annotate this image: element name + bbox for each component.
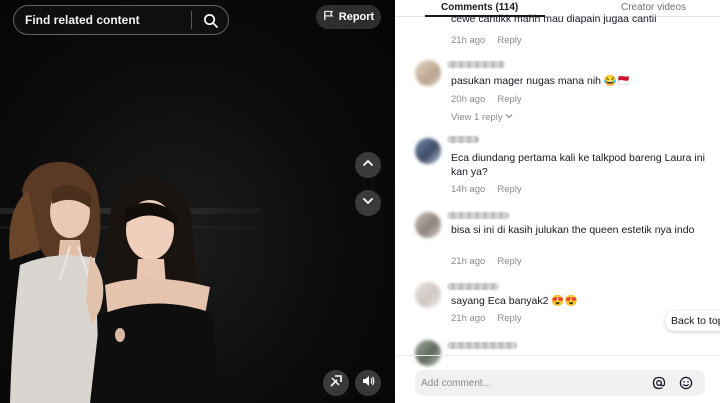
comment-time: 20h ago bbox=[451, 94, 486, 105]
comment-time: 21h ago bbox=[451, 313, 486, 324]
pip-icon bbox=[329, 374, 343, 393]
avatar[interactable] bbox=[415, 282, 441, 308]
comment-time: 21h ago bbox=[451, 256, 486, 267]
previous-video-button[interactable] bbox=[355, 152, 381, 178]
avatar[interactable] bbox=[415, 138, 441, 164]
comment-input-bar[interactable] bbox=[415, 370, 705, 396]
chevron-down-icon bbox=[361, 194, 375, 213]
avatar[interactable] bbox=[415, 340, 441, 366]
avatar[interactable] bbox=[415, 60, 441, 86]
comment-input[interactable] bbox=[421, 374, 641, 392]
comments-panel: Comments (114) Creator videos cewe canti… bbox=[395, 0, 720, 403]
report-label: Report bbox=[338, 11, 375, 23]
avatar[interactable] bbox=[415, 212, 441, 238]
username-blurred[interactable] bbox=[447, 212, 509, 219]
username-blurred[interactable] bbox=[447, 342, 517, 349]
username-blurred[interactable] bbox=[447, 283, 499, 290]
search-label[interactable]: Find related content bbox=[25, 13, 191, 27]
search-icon[interactable] bbox=[192, 6, 228, 34]
comment-text: pasukan mager nugas mana nih 😂🇲🇨 bbox=[451, 75, 631, 87]
comment-meta: 14h ago Reply bbox=[451, 184, 522, 195]
comment-text: bisa si ini di kasih julukan the queen e… bbox=[451, 224, 695, 236]
chevron-up-icon bbox=[361, 156, 375, 175]
comment-time: 21h ago bbox=[451, 35, 486, 46]
floating-player-button[interactable] bbox=[323, 370, 349, 396]
volume-icon bbox=[361, 374, 375, 393]
chevron-down-icon bbox=[505, 112, 513, 123]
username-blurred[interactable] bbox=[447, 136, 479, 143]
view-replies-label: View 1 reply bbox=[451, 112, 503, 123]
comment-text: Eca diundang pertama kali ke talkpod bar… bbox=[451, 152, 705, 178]
reply-button[interactable]: Reply bbox=[497, 256, 521, 267]
emoji-icon[interactable] bbox=[677, 374, 695, 392]
reply-button[interactable]: Reply bbox=[497, 35, 521, 46]
input-divider bbox=[395, 355, 720, 356]
comment-meta: 21h ago Reply bbox=[451, 35, 522, 46]
view-replies-link[interactable]: View 1 reply bbox=[451, 112, 513, 123]
at-icon[interactable] bbox=[650, 374, 668, 392]
comment-meta: 21h ago Reply bbox=[451, 313, 522, 324]
volume-button[interactable] bbox=[355, 370, 381, 396]
flag-icon bbox=[323, 10, 334, 24]
comment-text: sayang Eca banyak2 😍😍 bbox=[451, 295, 578, 307]
search-bar[interactable]: Find related content bbox=[13, 5, 229, 35]
video-player[interactable]: Find related content Report bbox=[0, 0, 395, 403]
comment-time: 14h ago bbox=[451, 184, 486, 195]
comment-meta: 20h ago Reply bbox=[451, 94, 522, 105]
report-button[interactable]: Report bbox=[316, 5, 381, 29]
reply-button[interactable]: Reply bbox=[497, 184, 521, 195]
reply-button[interactable]: Reply bbox=[497, 313, 521, 324]
comment-meta: 21h ago Reply bbox=[451, 256, 522, 267]
reply-button[interactable]: Reply bbox=[497, 94, 521, 105]
video-person-right bbox=[90, 180, 220, 403]
username-blurred[interactable] bbox=[447, 61, 505, 68]
back-to-top-button[interactable]: Back to top bbox=[665, 311, 720, 331]
next-video-button[interactable] bbox=[355, 190, 381, 216]
comment-text: cewe cantikk mahh mau diapain jugaa cant… bbox=[451, 13, 657, 25]
